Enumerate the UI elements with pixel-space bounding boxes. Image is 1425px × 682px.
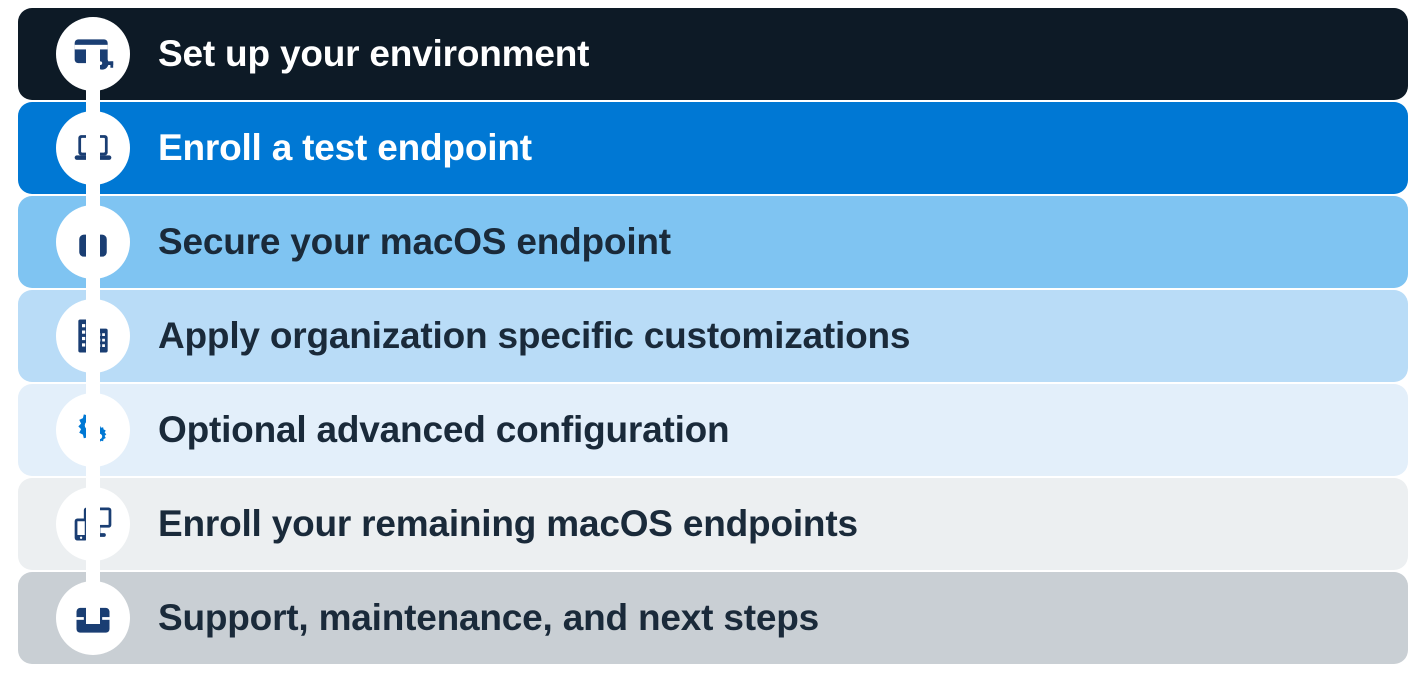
steps-diagram: Set up your environment Enroll a test en… — [18, 8, 1408, 664]
step-optional-advanced-config: Optional advanced configuration — [18, 384, 1408, 476]
step-setup-environment: Set up your environment — [18, 8, 1408, 100]
step-label: Enroll a test endpoint — [158, 127, 532, 169]
step-support-maintenance: Support, maintenance, and next steps — [18, 572, 1408, 664]
step-secure-macos-endpoint: Secure your macOS endpoint — [18, 196, 1408, 288]
step-label: Apply organization specific customizatio… — [158, 315, 910, 357]
step-label: Support, maintenance, and next steps — [158, 597, 819, 639]
step-label: Enroll your remaining macOS endpoints — [158, 503, 858, 545]
step-enroll-test-endpoint: Enroll a test endpoint — [18, 102, 1408, 194]
step-label: Optional advanced configuration — [158, 409, 729, 451]
step-label: Secure your macOS endpoint — [158, 221, 671, 263]
step-apply-customizations: Apply organization specific customizatio… — [18, 290, 1408, 382]
connector-line — [86, 48, 100, 624]
step-enroll-remaining-endpoints: Enroll your remaining macOS endpoints — [18, 478, 1408, 570]
step-label: Set up your environment — [158, 33, 589, 75]
